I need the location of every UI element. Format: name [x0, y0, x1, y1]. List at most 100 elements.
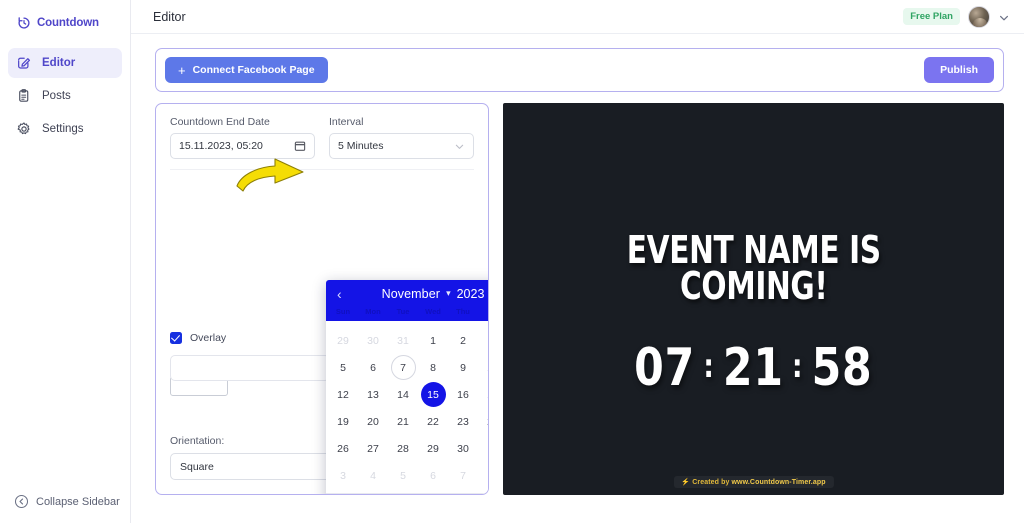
timer-separator: :: [703, 347, 715, 386]
brand-name: Countdown: [37, 17, 99, 29]
orientation-value: Square: [180, 460, 214, 473]
calendar-day-label: 5: [400, 469, 406, 482]
calendar-day-label: 4: [370, 469, 376, 482]
clipboard-icon: [16, 88, 32, 104]
calendar-day-cell[interactable]: 4: [358, 462, 388, 489]
calendar-day-cell[interactable]: 29: [328, 327, 358, 354]
calendar-day-cell[interactable]: 28: [388, 435, 418, 462]
plus-icon: +: [178, 62, 186, 78]
calendar-day-label: 2: [460, 334, 466, 347]
preview-title-line2: COMING!: [679, 264, 828, 308]
weekday-label: Mon: [365, 307, 381, 316]
preview-watermark: ⚡ Created by www.Countdown-Timer.app: [673, 476, 834, 488]
editor-row: Countdown End Date 15.11.2023, 05:20 Int…: [155, 103, 1004, 495]
calendar-day-cell[interactable]: 7: [388, 354, 418, 381]
settings-form-card: Countdown End Date 15.11.2023, 05:20 Int…: [155, 103, 489, 495]
timer-hours: 07: [634, 338, 696, 399]
calendar-day-label: 27: [367, 442, 379, 455]
weekday-label: Wed: [425, 307, 441, 316]
sidebar-nav: Editor Posts Settings: [0, 48, 130, 144]
timer-separator: :: [792, 347, 804, 386]
calendar-day-cell[interactable]: 12: [328, 381, 358, 408]
calendar-day-label: 8: [430, 361, 436, 374]
calendar-day-cell[interactable]: 21: [388, 408, 418, 435]
collapse-sidebar-label: Collapse Sidebar: [36, 495, 120, 508]
publish-bar: + Connect Facebook Page Publish: [155, 48, 1004, 92]
calendar-day-label: 14: [397, 388, 409, 401]
chevron-down-icon[interactable]: [998, 11, 1010, 23]
calendar-day-label: 22: [427, 415, 439, 428]
chevron-down-icon[interactable]: [454, 141, 465, 152]
preview-title-line1: EVENT NAME IS: [626, 227, 881, 272]
calendar-day-cell[interactable]: 6: [358, 354, 388, 381]
connect-facebook-page-button[interactable]: + Connect Facebook Page: [165, 57, 328, 83]
calendar-day-cell[interactable]: 5: [328, 354, 358, 381]
brand[interactable]: Countdown: [0, 0, 130, 34]
collapse-sidebar-button[interactable]: Collapse Sidebar: [14, 494, 120, 509]
date-picker-year: 2023: [456, 286, 485, 301]
chevron-down-icon[interactable]: ▾: [446, 288, 451, 299]
plan-badge: Free Plan: [903, 8, 960, 25]
weekday-label: Tue: [396, 307, 410, 316]
avatar[interactable]: [968, 5, 990, 28]
calendar-day-cell[interactable]: 3: [478, 327, 488, 354]
calendar-day-cell[interactable]: 24: [478, 408, 488, 435]
overlay-label: Overlay: [190, 332, 227, 344]
calendar-day-cell[interactable]: 6: [418, 462, 448, 489]
sidebar-item-editor[interactable]: Editor: [8, 48, 122, 78]
calendar-icon[interactable]: [294, 140, 306, 152]
calendar-day-cell[interactable]: 27: [358, 435, 388, 462]
calendar-day-cell[interactable]: 17: [478, 381, 488, 408]
date-picker-month: November: [381, 286, 441, 301]
timer-seconds: 58: [811, 338, 873, 399]
calendar-day-cell[interactable]: 1: [478, 435, 488, 462]
date-picker-time-row[interactable]: 05 : 20 AM: [326, 493, 488, 494]
calendar-day-cell[interactable]: 3: [328, 462, 358, 489]
calendar-day-cell[interactable]: 29: [418, 435, 448, 462]
calendar-day-cell[interactable]: 8: [478, 462, 488, 489]
timer-minutes: 21: [723, 338, 784, 399]
countdown-preview: EVENT NAME IS COMING! 07 : 21 : 58 ⚡ Crea…: [503, 103, 1004, 495]
date-picker-title[interactable]: November ▾ 2023: [382, 287, 485, 301]
calendar-day-cell[interactable]: 16: [448, 381, 478, 408]
interval-select[interactable]: 5 Minutes: [329, 133, 474, 159]
calendar-day-cell[interactable]: 13: [358, 381, 388, 408]
calendar-day-cell[interactable]: 26: [328, 435, 358, 462]
calendar-day-label: 10: [487, 362, 488, 374]
hidden-text-input[interactable]: [170, 355, 330, 381]
calendar-day-cell[interactable]: 23: [448, 408, 478, 435]
calendar-day-cell[interactable]: 30: [448, 435, 478, 462]
calendar-day-cell[interactable]: 1: [418, 327, 448, 354]
calendar-day-cell[interactable]: 15: [418, 381, 448, 408]
publish-button[interactable]: Publish: [924, 57, 994, 83]
calendar-day-label: 30: [457, 442, 469, 455]
calendar-day-cell[interactable]: 7: [448, 462, 478, 489]
countdown-end-date-field: Countdown End Date 15.11.2023, 05:20: [170, 116, 315, 159]
content: + Connect Facebook Page Publish Countdow…: [131, 34, 1024, 495]
calendar-day-cell[interactable]: 5: [388, 462, 418, 489]
chevron-left-icon[interactable]: ‹: [334, 287, 345, 301]
overlay-checkbox[interactable]: [170, 332, 182, 344]
calendar-day-cell[interactable]: 10: [478, 354, 488, 381]
calendar-day-label: 5: [340, 361, 346, 374]
sidebar-item-settings[interactable]: Settings: [8, 114, 122, 144]
calendar-day-label: 29: [427, 442, 439, 455]
countdown-end-date-input[interactable]: 15.11.2023, 05:20: [170, 133, 315, 159]
calendar-day-cell[interactable]: 30: [358, 327, 388, 354]
sidebar: Countdown Editor Posts Settings Collapse…: [0, 0, 131, 523]
main-area: Editor Free Plan + Connect Facebook Page…: [131, 0, 1024, 523]
calendar-day-cell[interactable]: 14: [388, 381, 418, 408]
calendar-day-cell[interactable]: 19: [328, 408, 358, 435]
calendar-day-label: 6: [430, 469, 436, 482]
calendar-day-cell[interactable]: 20: [358, 408, 388, 435]
date-picker-popup[interactable]: ‹ November ▾ 2023 › Sun Mon Tue: [326, 280, 488, 494]
date-picker-weekdays: Sun Mon Tue Wed Thu Fri Sat: [326, 307, 488, 321]
calendar-day-cell[interactable]: 9: [448, 354, 478, 381]
calendar-day-cell[interactable]: 22: [418, 408, 448, 435]
sidebar-item-posts[interactable]: Posts: [8, 81, 122, 111]
calendar-day-cell[interactable]: 2: [448, 327, 478, 354]
calendar-day-cell[interactable]: 8: [418, 354, 448, 381]
calendar-day-cell[interactable]: 31: [388, 327, 418, 354]
pencil-square-icon: [16, 55, 32, 71]
topbar: Editor Free Plan: [131, 0, 1024, 34]
